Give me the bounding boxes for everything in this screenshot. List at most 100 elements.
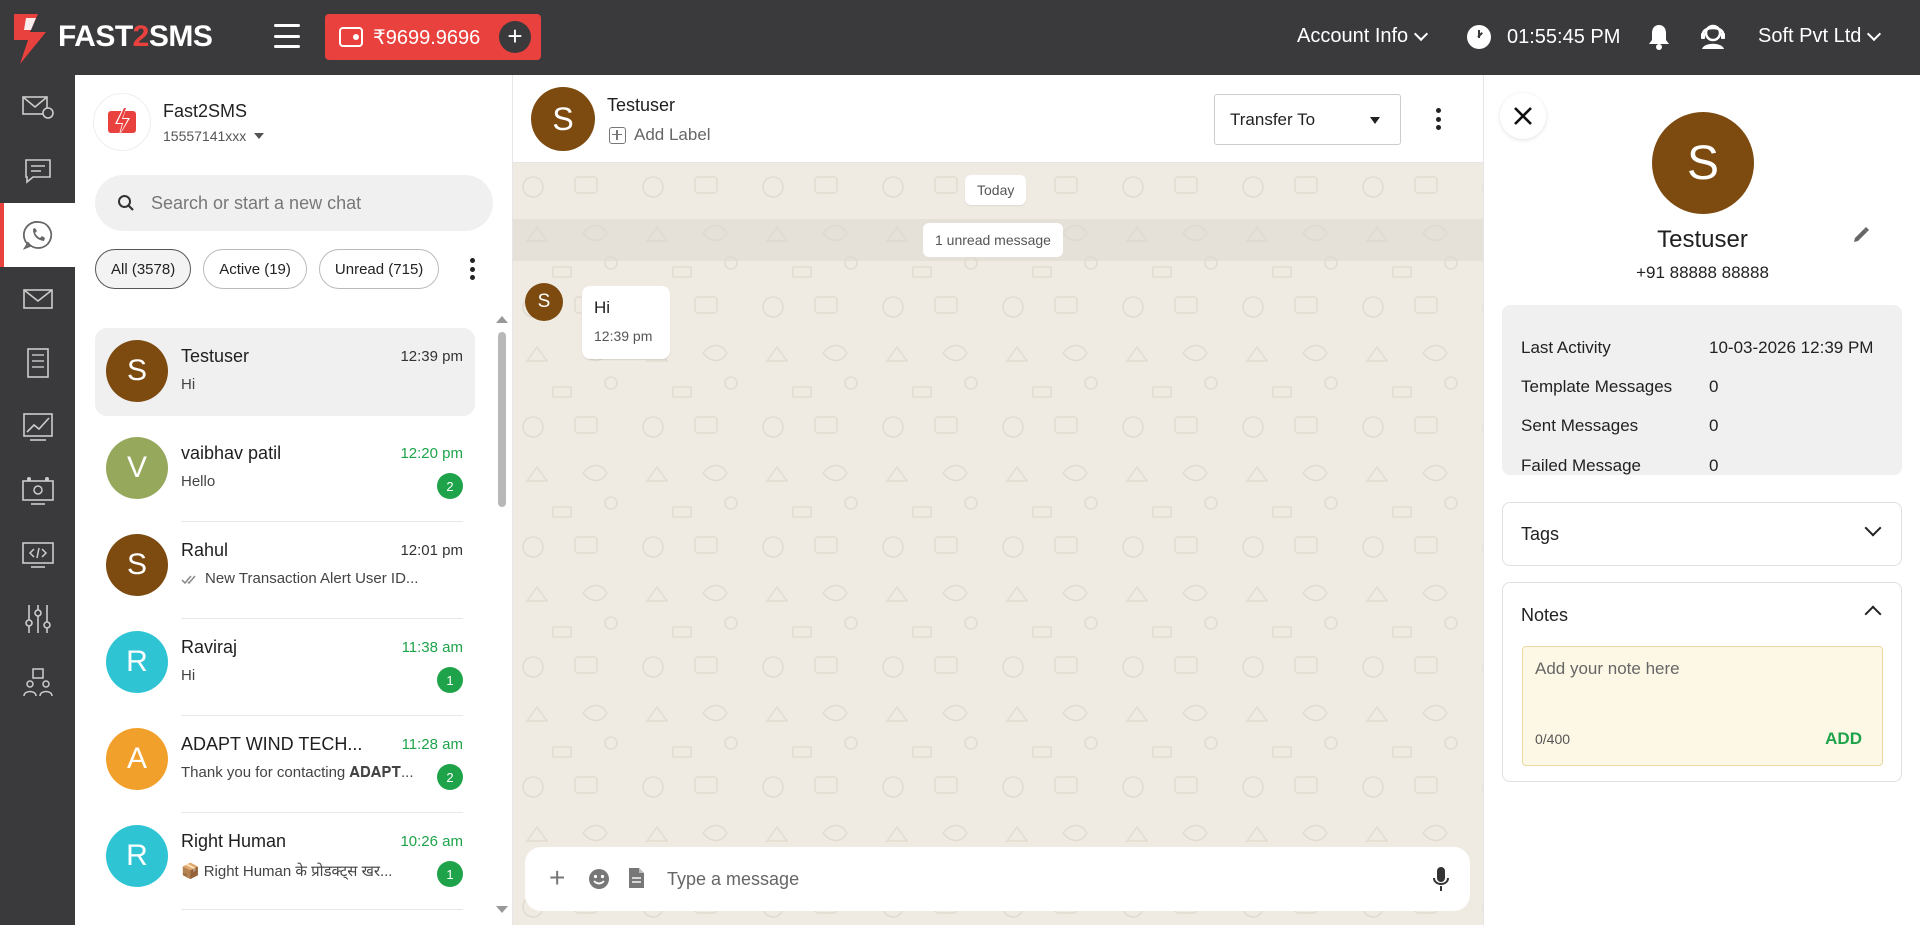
caret-down-icon [254,132,265,139]
avatar: S [106,534,168,596]
search-input[interactable] [151,192,451,214]
microphone-icon[interactable] [1431,865,1451,898]
unread-badge: 2 [437,473,463,499]
chat-item-adapt-wind-tech[interactable]: A ADAPT WIND TECH... 11:28 am Thank you … [95,716,475,813]
stat-label: Sent Messages [1521,416,1639,435]
nav-bulk-sms-icon[interactable] [0,75,75,139]
nav-analytics-icon[interactable] [0,395,75,459]
transfer-to-select[interactable]: Transfer To [1214,94,1401,145]
filter-all[interactable]: All (3578) [95,249,192,289]
chat-time: 11:28 am [401,736,463,753]
account-header: Fast2SMS 15557141xxx [93,93,265,151]
emoji-icon[interactable] [588,868,610,895]
clock-time: 01:55:45 PM [1507,25,1621,48]
contact-name[interactable]: Testuser [607,95,675,116]
document-icon[interactable] [627,867,645,894]
filter-active[interactable]: Active (19) [203,249,307,289]
notes-box: 0/400 ADD [1522,646,1883,766]
search-icon [118,195,134,211]
wallet-balance: ₹9699.9696 [373,26,481,49]
add-note-button[interactable]: ADD [1825,729,1862,749]
plus-square-icon [609,126,626,144]
conversation-header: S Testuser Add Label Transfer To [513,75,1483,163]
chat-preview: Hi [181,667,196,684]
chevron-up-icon[interactable] [1864,605,1882,623]
avatar: S [106,340,168,402]
chat-preview: New Transaction Alert User ID... [181,570,421,587]
account-name: Fast2SMS [163,100,248,121]
filters-more-icon[interactable] [469,258,475,280]
tags-section[interactable]: Tags [1502,502,1902,566]
conversation-more-icon[interactable] [1435,108,1441,130]
nav-dev-api-icon[interactable] [0,459,75,523]
account-logo [93,93,151,151]
chat-list-scrollbar[interactable] [498,332,506,507]
nav-email-icon[interactable] [0,267,75,331]
chat-wallpaper-doodle [513,163,1483,925]
logo-text: FAST2SMS [58,20,213,53]
chat-item-raviraj[interactable]: R Raviraj 11:38 am Hi 1 [95,619,475,716]
add-label-text: Add Label [634,125,711,144]
chat-item-right-human[interactable]: R Right Human 10:26 am 📦 Right Human के प… [95,813,475,910]
stat-label: Failed Message [1521,456,1642,475]
chevron-down-icon [1414,26,1429,41]
message-time: 12:39 pm [594,328,653,344]
chat-time: 10:26 am [400,833,463,850]
nav-messages-icon[interactable] [0,139,75,203]
attach-plus-icon[interactable]: + [549,864,565,892]
message-input[interactable] [667,865,1367,893]
chat-name: Testuser [181,346,250,366]
chat-name: Raviraj [181,637,238,657]
scroll-down-arrow-icon[interactable] [496,906,508,913]
close-panel-button[interactable] [1500,93,1546,139]
chat-time: 12:39 pm [400,348,463,365]
bell-icon[interactable] [1648,24,1670,55]
chat-item-vaibhav-patil[interactable]: V vaibhav patil 12:20 pm Hello 2 [95,425,475,522]
add-funds-button[interactable]: + [499,21,531,53]
search-bar [95,175,493,231]
notes-section: Notes 0/400 ADD [1502,582,1902,782]
chevron-down-icon[interactable] [1864,519,1882,537]
company-menu[interactable]: Soft Pvt Ltd [1758,25,1882,48]
message-text: Hi [594,298,611,317]
chat-name: vaibhav patil [181,443,282,463]
tags-title: Tags [1521,524,1560,544]
left-nav [0,75,75,925]
edit-pencil-icon[interactable] [1852,226,1870,249]
chat-item-rahul[interactable]: S Rahul 12:01 pm New Transaction Alert U… [95,522,475,619]
menu-toggle-button[interactable] [274,24,300,48]
fast2sms-logo[interactable]: FAST2SMS [12,8,213,66]
top-bar: FAST2SMS ₹9699.9696 + Account Info 01:55… [0,0,1920,75]
nav-reports-icon[interactable] [0,331,75,395]
message-bubble[interactable]: Hi 12:39 pm [582,286,670,359]
package-emoji-icon: 📦 [181,863,200,880]
sender-avatar: S [525,283,563,321]
date-chip: Today [965,175,1027,205]
scroll-up-arrow-icon[interactable] [496,316,508,323]
chat-name: ADAPT WIND TECH... [181,734,363,754]
lightning-logo-icon [108,106,136,138]
chat-name: Right Human [181,831,287,851]
unread-badge: 1 [437,667,463,693]
support-agent-icon[interactable] [1700,22,1726,55]
note-input[interactable] [1535,659,1865,715]
account-number-selector[interactable]: 15557141xxx [163,127,265,144]
wallet-balance-button[interactable]: ₹9699.9696 + [325,14,541,60]
avatar: V [106,437,168,499]
nav-settings-sliders-icon[interactable] [0,587,75,651]
stat-label: Last Activity [1521,338,1611,357]
chat-list-panel: Fast2SMS 15557141xxx All (3578) Active (… [75,75,513,925]
chat-time: 12:20 pm [400,445,463,462]
account-number: 15557141xxx [163,127,247,144]
nav-team-icon[interactable] [0,651,75,715]
contact-avatar[interactable]: S [531,87,595,151]
chat-item-testuser[interactable]: S Testuser 12:39 pm Hi [95,328,475,416]
account-info-menu[interactable]: Account Info [1297,25,1429,48]
nav-whatsapp-icon[interactable] [0,203,75,267]
note-char-count: 0/400 [1535,731,1571,747]
add-label-button[interactable]: Add Label [609,125,711,145]
transfer-to-label: Transfer To [1230,109,1316,129]
filter-unread[interactable]: Unread (715) [318,249,440,289]
chat-name: Rahul [181,540,229,560]
nav-code-icon[interactable] [0,523,75,587]
